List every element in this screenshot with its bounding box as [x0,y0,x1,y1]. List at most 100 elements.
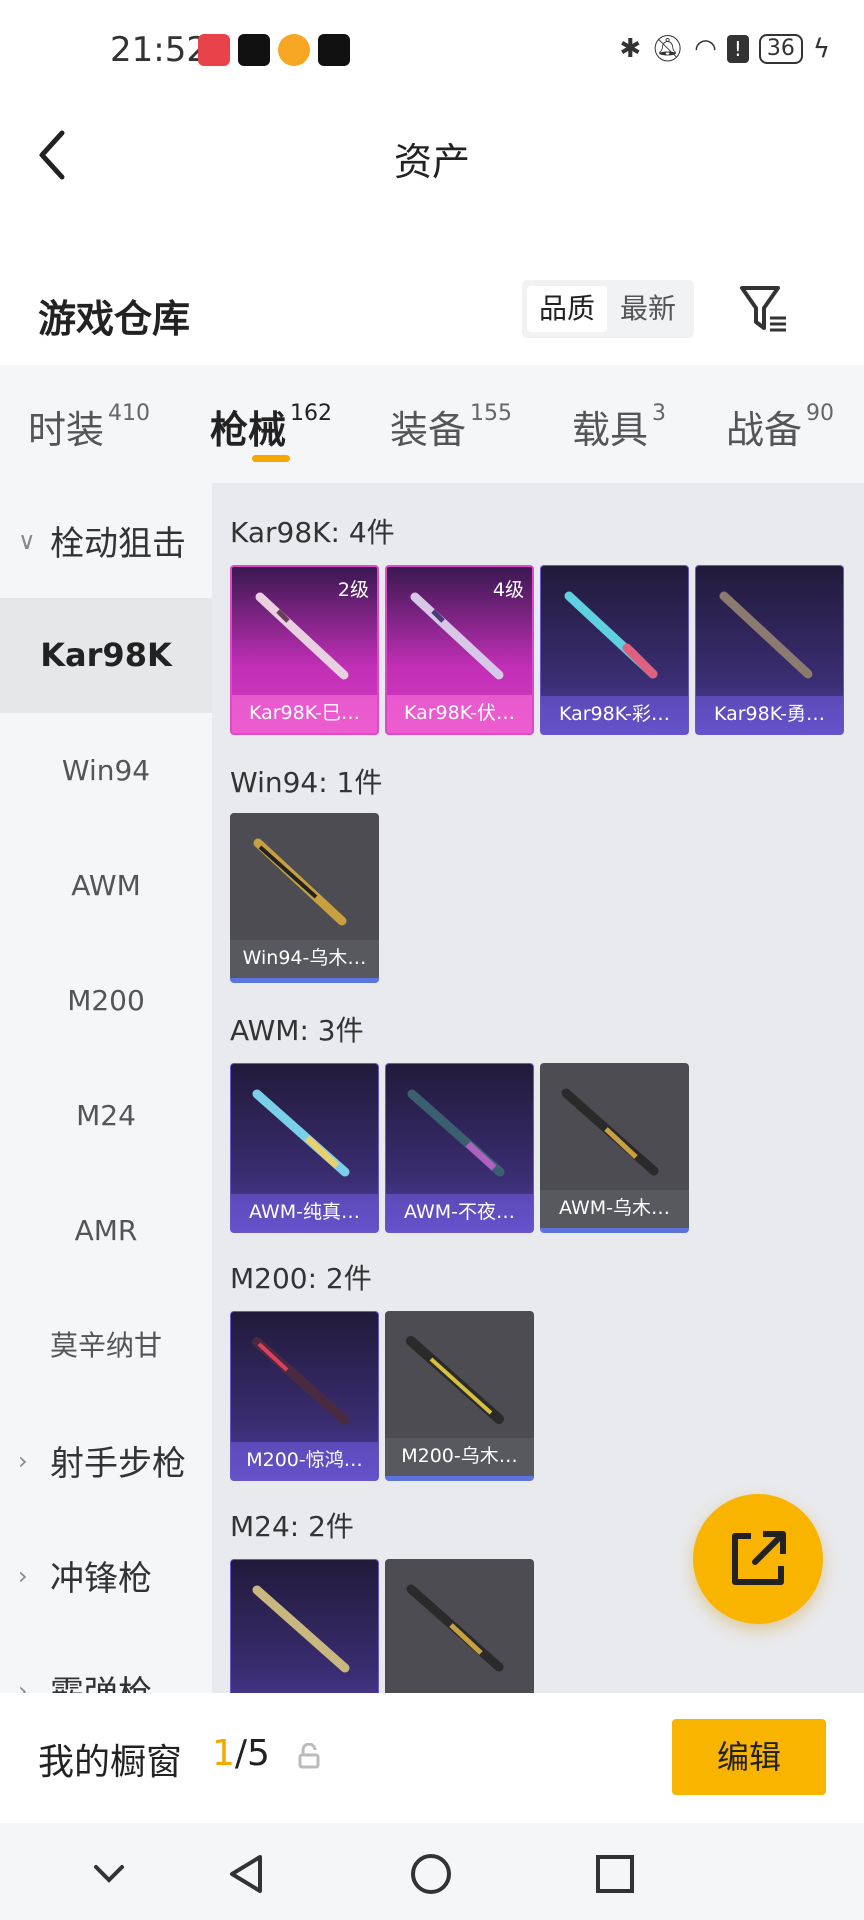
sidebar-item-m200[interactable]: M200 [0,943,212,1058]
sidebar-item-win94[interactable]: Win94 [0,713,212,828]
collapse-nav-icon[interactable] [84,1849,134,1899]
rifle-icon [252,1089,350,1177]
sidebar-group-smg[interactable]: › 冲锋枪 [0,1518,212,1633]
share-icon [732,1531,786,1585]
weapon-card[interactable]: 2级 Kar98K-巳… [230,565,379,735]
notification-icons [198,34,350,66]
showcase-title: 我的橱窗 [38,1742,183,1783]
sort-latest-button[interactable]: 最新 [608,286,688,332]
tab-vehicles[interactable]: 载具 3 [572,399,666,454]
tab-equipment[interactable]: 装备 155 [390,399,512,454]
weapon-name: Win94-乌木… [230,940,379,978]
rifle-icon [252,1337,350,1425]
tiktok-icon [238,34,270,66]
sidebar-item-kar98k[interactable]: Kar98K [0,598,212,713]
weapon-card[interactable]: Win94-乌木… [230,813,379,983]
showcase-count-current: 1 [212,1733,235,1774]
weapon-card[interactable]: AWM-乌木… [540,1063,689,1233]
page-title: 资产 [393,140,470,184]
weapon-name: AWM-不夜… [386,1194,533,1232]
tab-count: 3 [652,401,667,426]
active-tab-indicator [252,455,290,462]
battery-indicator: 36 [758,34,803,64]
level-badge: 4级 [492,579,524,601]
sort-toggle: 品质 最新 [522,280,694,338]
tab-count: 410 [108,401,151,426]
chevron-down-icon: ∨ [18,526,36,555]
weapon-card[interactable]: 4级 Kar98K-伏… [385,565,534,735]
showcase-count: 1/5 [212,1733,270,1774]
rifle-icon [719,591,813,679]
weapon-card[interactable]: M200-乌木… [385,1311,534,1481]
level-badge: 2级 [337,579,369,601]
group-title-m24: M24: 2件 [230,1510,354,1543]
weapon-card[interactable]: Kar98K-彩… [540,565,689,735]
weapon-card[interactable]: AWM-纯真… [230,1063,379,1233]
system-icons: ✱ 🔕︎ ◠ ! 36 ϟ [619,34,830,64]
weapon-card[interactable]: Kar98K-勇… [695,565,844,735]
weapon-name: AWM-纯真… [231,1194,378,1232]
showcase-bar: 我的橱窗 1/5 编辑 [0,1693,864,1823]
weapon-name: Kar98K-伏… [387,695,532,733]
weapon-card[interactable] [385,1559,534,1693]
sort-quality-button[interactable]: 品质 [527,286,607,332]
filter-icon [740,286,786,332]
warehouse-header: 游戏仓库 品质 最新 [0,260,864,365]
system-nav-bar [0,1823,864,1920]
tab-label: 时装 [28,408,105,452]
nav-home-icon[interactable] [406,1849,456,1899]
filter-button[interactable] [738,282,790,338]
app-header: 资产 [0,105,864,205]
tiktok-icon [318,34,350,66]
status-time: 21:52 [110,30,208,70]
tab-label: 装备 [390,408,467,452]
bluetooth-icon: ✱ [619,34,642,64]
chevron-right-icon: › [18,1446,28,1475]
sidebar-item-awm[interactable]: AWM [0,828,212,943]
nav-back-icon[interactable] [222,1849,272,1899]
alert-icon: ! [726,35,749,63]
mute-icon: 🔕︎ [651,34,685,64]
nav-recents-icon[interactable] [590,1849,640,1899]
rifle-icon [406,1584,504,1672]
weapon-name: Kar98K-巳… [232,695,377,733]
wifi-icon: ◠ [694,34,717,64]
tab-fashion[interactable]: 时装 410 [28,399,150,454]
weapon-card[interactable]: AWM-不夜… [385,1063,534,1233]
rifle-icon [407,1089,505,1177]
sidebar-group-marksman[interactable]: › 射手步枪 [0,1403,212,1518]
tab-supplies[interactable]: 战备 90 [726,399,834,454]
tab-label: 载具 [572,408,649,452]
group-title-awm: AWM: 3件 [230,1014,364,1047]
weapon-card[interactable]: M200-惊鸿… [230,1311,379,1481]
rifle-icon [410,592,504,680]
weapon-name: M200-乌木… [385,1438,534,1476]
rifle-icon [255,592,349,680]
rifle-icon [564,591,658,679]
weapon-card[interactable] [230,1559,379,1693]
rifle-icon [253,838,347,926]
rifle-icon [561,1088,659,1176]
sidebar-group-label: 射手步枪 [50,1444,186,1484]
tab-count: 155 [470,401,513,426]
sidebar-item-amr[interactable]: AMR [0,1173,212,1288]
tab-label: 枪械 [210,408,287,452]
tab-weapons[interactable]: 枪械 162 [210,399,332,454]
rifle-icon [406,1336,504,1424]
sidebar-group-label: 冲锋枪 [50,1559,152,1599]
edit-button[interactable]: 编辑 [672,1719,826,1795]
category-tabs: 时装 410 枪械 162 装备 155 载具 3 战备 90 [0,365,864,483]
group-title-m200: M200: 2件 [230,1262,372,1295]
tab-count: 162 [290,401,333,426]
status-bar: 21:52 ✱ 🔕︎ ◠ ! 36 ϟ [0,0,864,105]
sidebar-group-bolt-action[interactable]: ∨ 栓动狙击 [0,483,212,598]
weapon-name: Kar98K-彩… [541,696,688,734]
tab-label: 战备 [726,408,803,452]
sidebar-item-m24[interactable]: M24 [0,1058,212,1173]
share-fab-button[interactable] [693,1494,823,1624]
lock-icon [298,1743,320,1769]
showcase-count-total: /5 [234,1733,270,1774]
sidebar-item-mosin[interactable]: 莫辛纳甘 [0,1288,212,1403]
group-title-win94: Win94: 1件 [230,766,383,799]
weapon-type-sidebar: ∨ 栓动狙击 Kar98K Win94 AWM M200 M24 AMR 莫辛纳… [0,483,212,1714]
